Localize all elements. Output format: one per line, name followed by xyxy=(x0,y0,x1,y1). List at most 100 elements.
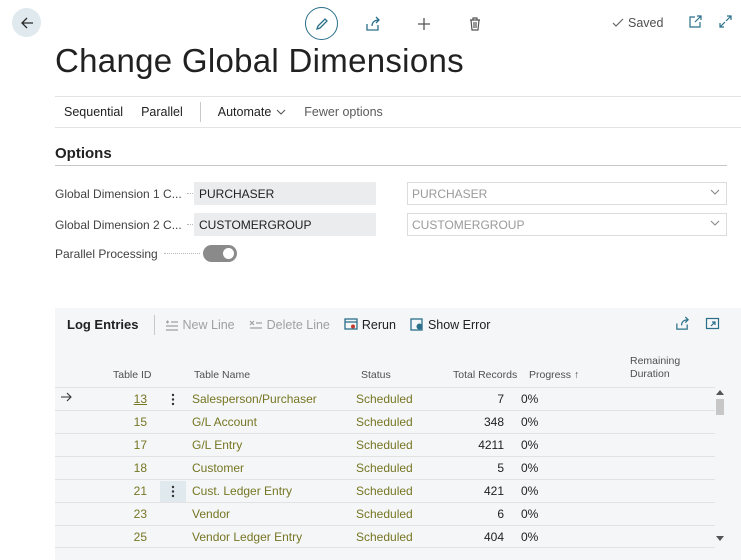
progress-cell: 0% xyxy=(521,507,539,521)
section-divider xyxy=(55,165,727,166)
share-button[interactable] xyxy=(356,7,389,40)
scroll-up-arrow-icon[interactable] xyxy=(716,390,724,395)
table-row[interactable]: 23 Vendor Scheduled 6 0% xyxy=(55,502,715,525)
log-entries-title[interactable]: Log Entries xyxy=(55,317,139,332)
progress-cell: 0% xyxy=(521,530,539,544)
table-row[interactable]: 25 Vendor Ledger Entry Scheduled 404 0% xyxy=(55,525,715,548)
saved-status: Saved xyxy=(612,16,663,30)
delete-line-button[interactable]: Delete Line xyxy=(249,318,330,332)
col-remaining-duration[interactable]: Remaining Duration xyxy=(630,355,680,381)
table-row[interactable]: 21 Cust. Ledger Entry Scheduled 421 0% xyxy=(55,479,715,502)
col-total-records[interactable]: Total Records xyxy=(453,369,517,381)
sort-ascending-icon: ↑ xyxy=(573,369,580,381)
open-new-window-button[interactable] xyxy=(688,14,703,29)
table-row[interactable]: 18 Customer Scheduled 5 0% xyxy=(55,456,715,479)
new-button[interactable] xyxy=(407,7,440,40)
progress-cell: 0% xyxy=(521,415,539,429)
pencil-icon xyxy=(315,17,328,30)
options-section-title[interactable]: Options xyxy=(55,145,112,162)
edit-button[interactable] xyxy=(305,7,338,40)
log-entries-panel: Log Entries New Line Delete Line Rerun S… xyxy=(55,308,741,560)
expand-icon xyxy=(719,15,732,28)
toolbar-separator xyxy=(153,314,155,335)
global-dimension-2-label: Global Dimension 2 C... xyxy=(55,217,182,232)
scroll-thumb[interactable] xyxy=(716,399,724,415)
expand-button[interactable] xyxy=(718,14,733,29)
table-row[interactable]: 17 G/L Entry Scheduled 4211 0% xyxy=(55,433,715,456)
table-row[interactable]: 13 Salesperson/Purchaser Scheduled 7 0% xyxy=(55,387,715,410)
progress-cell: 0% xyxy=(521,461,539,475)
rerun-label: Rerun xyxy=(361,317,396,332)
global-dimension-1-row: Global Dimension 1 C... PURCHASER xyxy=(55,182,376,205)
delete-line-label: Delete Line xyxy=(266,317,330,332)
parallel-processing-row: Parallel Processing xyxy=(55,245,237,262)
focus-mode-icon xyxy=(705,317,720,330)
parallel-processing-label: Parallel Processing xyxy=(55,246,158,261)
col-status[interactable]: Status xyxy=(361,369,391,381)
delete-line-icon xyxy=(249,319,263,331)
total-records-cell: 404 xyxy=(483,530,504,544)
log-scrollbar[interactable] xyxy=(715,387,725,549)
fewer-options-action[interactable]: Fewer options xyxy=(295,105,392,119)
open-in-new-window-icon xyxy=(689,15,702,28)
page-title: Change Global Dimensions xyxy=(55,42,464,79)
total-records-cell: 421 xyxy=(483,484,504,498)
chevron-down-icon xyxy=(710,189,720,195)
global-dimension-2-row: Global Dimension 2 C... CUSTOMERGROUP xyxy=(55,213,376,236)
trash-icon xyxy=(469,16,480,31)
col-progress-label: Progress xyxy=(529,369,572,381)
field-dots xyxy=(187,224,193,225)
global-dimension-1-new-value: PURCHASER xyxy=(412,186,488,201)
back-button[interactable] xyxy=(12,8,41,37)
log-grid-header: Table ID Table Name Status Total Records… xyxy=(55,353,741,385)
rerun-button[interactable]: Rerun xyxy=(344,318,396,332)
parallel-processing-toggle[interactable] xyxy=(202,245,237,262)
log-share-button[interactable] xyxy=(675,316,690,331)
col-table-name[interactable]: Table Name xyxy=(194,369,250,381)
field-dots xyxy=(187,193,193,194)
new-line-label: New Line xyxy=(182,317,235,332)
table-row[interactable]: 15 G/L Account Scheduled 348 0% xyxy=(55,410,715,433)
global-dimension-2-new-value: CUSTOMERGROUP xyxy=(412,217,525,232)
total-records-cell: 348 xyxy=(483,415,504,429)
show-error-button[interactable]: Show Error xyxy=(410,317,491,332)
progress-cell: 0% xyxy=(521,392,539,406)
chevron-down-icon xyxy=(710,220,720,226)
col-progress[interactable]: Progress ↑ xyxy=(529,369,579,381)
col-remaining-line-1: Remaining xyxy=(630,355,681,367)
chevron-down-icon xyxy=(276,109,286,115)
total-records-cell: 5 xyxy=(497,461,504,475)
total-records-cell: 4211 xyxy=(478,438,504,452)
rerun-icon xyxy=(344,318,358,331)
global-dimension-2-new-select[interactable]: CUSTOMERGROUP xyxy=(407,213,727,236)
global-dimension-1-current: PURCHASER xyxy=(194,182,376,205)
arrow-left-icon xyxy=(20,17,33,28)
top-action-group xyxy=(305,7,509,40)
log-entries-toolbar: Log Entries New Line Delete Line Rerun S… xyxy=(55,308,741,341)
delete-button[interactable] xyxy=(458,7,491,40)
col-remaining-line-2: Duration xyxy=(630,368,670,380)
parallel-action[interactable]: Parallel xyxy=(132,105,192,119)
share-icon xyxy=(365,16,380,31)
action-bar: Sequential Parallel Automate Fewer optio… xyxy=(55,96,741,128)
log-focus-button[interactable] xyxy=(705,316,720,331)
log-grid-body: 13 Salesperson/Purchaser Scheduled 7 0% … xyxy=(55,387,715,548)
share-icon xyxy=(676,316,689,330)
sequential-action[interactable]: Sequential xyxy=(55,105,132,119)
progress-cell: 0% xyxy=(521,484,539,498)
global-dimension-1-new-select[interactable]: PURCHASER xyxy=(407,182,727,205)
col-table-id[interactable]: Table ID xyxy=(113,369,152,381)
automate-label: Automate xyxy=(217,105,272,119)
show-error-label: Show Error xyxy=(427,317,491,332)
checkmark-icon xyxy=(612,17,624,29)
total-records-cell: 6 xyxy=(497,507,504,521)
global-dimension-2-current: CUSTOMERGROUP xyxy=(194,213,376,236)
global-dimension-1-label: Global Dimension 1 C... xyxy=(55,186,182,201)
total-records-cell: 7 xyxy=(497,392,504,406)
saved-label: Saved xyxy=(628,16,664,30)
automate-menu[interactable]: Automate xyxy=(209,105,296,119)
new-line-button[interactable]: New Line xyxy=(165,318,235,332)
progress-cell: 0% xyxy=(521,438,539,452)
field-dots xyxy=(163,253,200,254)
scroll-down-arrow-icon[interactable] xyxy=(716,536,724,541)
